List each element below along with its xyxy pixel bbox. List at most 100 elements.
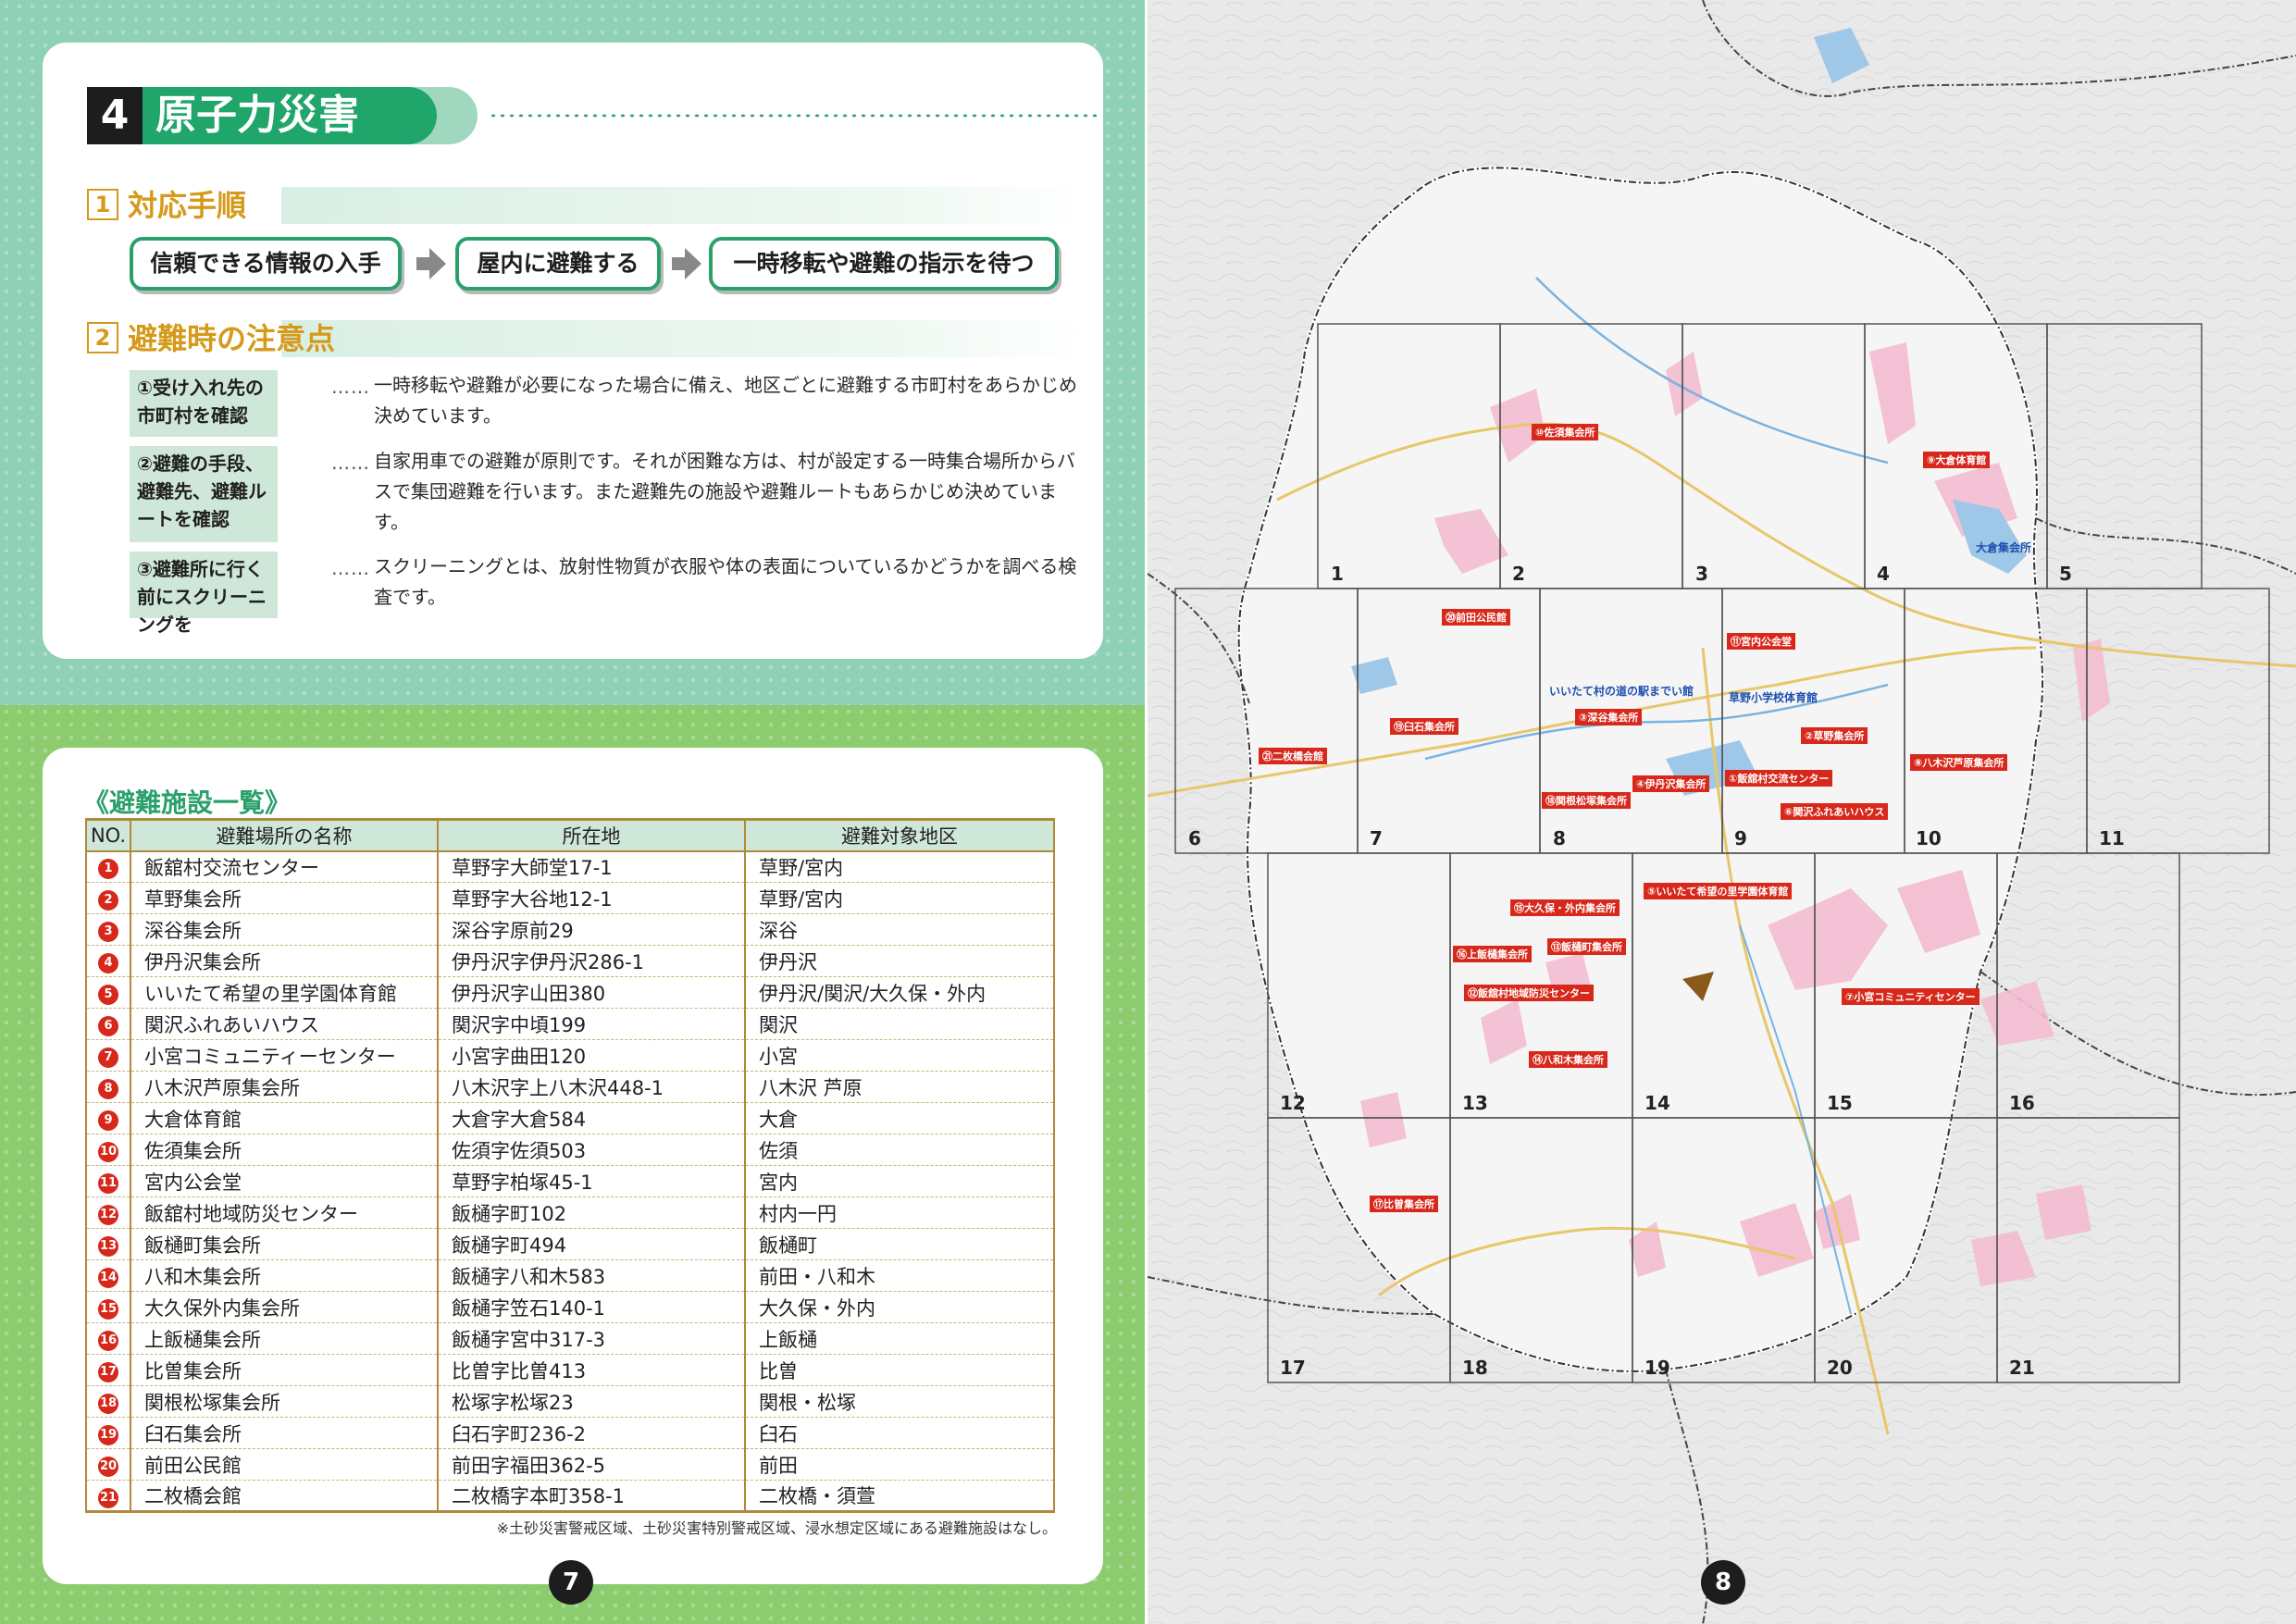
facility-number: 14 [85,1259,131,1292]
grid-label-16: 16 [2009,1092,2035,1114]
facility-address: 深谷字原前29 [437,913,746,946]
map-facility-label: ③深谷集会所 [1575,709,1643,725]
map-facility-label: ②草野集会所 [1801,727,1868,744]
caution-label-1: ①受け入れ先の市町村を確認 [130,370,278,437]
caution-leader-1: …… [331,376,370,398]
number-marker-icon: 8 [98,1079,118,1099]
map-facility-label: ⑬飯樋町集会所 [1547,938,1626,955]
facility-footnote: ※土砂災害警戒区域、土砂災害特別警戒区域、浸水想定区域にある避難施設はなし。 [496,1519,1057,1537]
grid-label-7: 7 [1370,827,1383,849]
facility-name: 二枚橋会館 [130,1480,439,1513]
facility-number: 11 [85,1165,131,1197]
facility-name: 関沢ふれあいハウス [130,1008,439,1040]
facility-number: 19 [85,1417,131,1449]
facility-number: 6 [85,1008,131,1040]
left-page: 4 原子力災害 1 対応手順 信頼できる情報の入手 屋内に避難する 一時移転や避… [0,0,1145,1624]
grid-label-2: 2 [1512,563,1525,585]
table-row: 21 二枚橋会館 二枚橋字本町358-1 二枚橋・須萱 [85,1480,1055,1513]
facility-district: 関沢 [744,1008,1055,1040]
village-map [1148,0,2296,1624]
facility-district: 深谷 [744,913,1055,946]
facility-district: 草野/宮内 [744,882,1055,914]
facility-district: 八木沢 芦原 [744,1071,1055,1103]
page-number-left: 7 [549,1560,593,1605]
map-facility-label: ⑩佐須集会所 [1532,424,1599,440]
table-row: 5 いいたて希望の里学園体育館 伊丹沢字山田380 伊丹沢/関沢/大久保・外内 [85,976,1055,1009]
grid-label-4: 4 [1877,563,1890,585]
facility-district: 宮内 [744,1165,1055,1197]
facility-address: 比曽字比曽413 [437,1354,746,1386]
facility-name: 草野集会所 [130,882,439,914]
caution-text-2: 自家用車での避難が原則です。それが困難な方は、村が設定する一時集合場所からバスで… [374,450,1075,533]
map-place-label: 草野小学校体育館 [1729,691,1818,704]
grid-label-15: 15 [1827,1092,1853,1114]
map-facility-label: ⑨大倉体育館 [1923,452,1991,468]
grid-label-12: 12 [1280,1092,1306,1114]
table-row: 15 大久保外内集会所 飯樋字笠石140-1 大久保・外内 [85,1291,1055,1323]
grid-label-10: 10 [1916,827,1942,849]
header-name: 避難場所の名称 [130,818,439,852]
facility-district: 小宮 [744,1039,1055,1072]
facility-district: 伊丹沢 [744,945,1055,977]
map-facility-label: ⑮大久保・外内集会所 [1510,899,1620,916]
table-header-row: NO. 避難場所の名称 所在地 避難対象地区 [85,818,1055,852]
map-facility-label: ⑤いいたて希望の里学園体育館 [1644,883,1793,899]
facility-address: 草野字大師堂17-1 [437,850,746,883]
table-row: 13 飯樋町集会所 飯樋字町494 飯樋町 [85,1228,1055,1260]
facility-address: 大倉字大倉584 [437,1102,746,1134]
facility-address: 飯樋字宮中317-3 [437,1322,746,1355]
facility-district: 前田・八和木 [744,1259,1055,1292]
cautions-label: 避難時の注意点 [128,321,336,356]
procedure-card: 4 原子力災害 1 対応手順 信頼できる情報の入手 屋内に避難する 一時移転や避… [43,43,1103,659]
facility-number: 21 [85,1480,131,1513]
caution-leader-3: …… [331,557,370,579]
grid-label-9: 9 [1734,827,1747,849]
facility-name: 飯樋町集会所 [130,1228,439,1260]
facility-district: 佐須 [744,1134,1055,1166]
flow-step-2: 屋内に避難する [455,237,661,291]
facility-number: 9 [85,1102,131,1134]
grid-label-13: 13 [1462,1092,1488,1114]
facility-name: 宮内公会堂 [130,1165,439,1197]
map-place-label: いいたて村の道の駅までい館 [1549,685,1694,698]
facility-district: 草野/宮内 [744,850,1055,883]
facility-address: 八木沢字上八木沢448-1 [437,1071,746,1103]
facility-name: 八木沢芦原集会所 [130,1071,439,1103]
caution-label-2: ②避難の手段、避難先、避難ルートを確認 [130,446,278,542]
facility-name: 深谷集会所 [130,913,439,946]
number-marker-icon: 9 [98,1110,118,1131]
facility-number: 12 [85,1196,131,1229]
section-dotted-rule [489,113,1099,118]
map-facility-label: ⑰比曽集会所 [1370,1196,1438,1212]
facility-address: 二枚橋字本町358-1 [437,1480,746,1513]
table-row: 16 上飯樋集会所 飯樋字宮中317-3 上飯樋 [85,1322,1055,1355]
cautions-number: 2 [87,322,118,353]
procedure-number: 1 [87,189,118,220]
caution-text-1: 一時移転や避難が必要になった場合に備え、地区ごとに避難する市町村をあらかじめ決め… [374,374,1077,427]
table-row: 1 飯舘村交流センター 草野字大師堂17-1 草野/宮内 [85,850,1055,883]
grid-label-6: 6 [1188,827,1201,849]
map-place-label: 大倉集会所 [1976,541,2032,554]
facility-name: 大倉体育館 [130,1102,439,1134]
number-marker-icon: 16 [98,1331,118,1351]
facility-address: 関沢字中頃199 [437,1008,746,1040]
facility-address: 草野字柏塚45-1 [437,1165,746,1197]
facility-name: 小宮コミュニティーセンター [130,1039,439,1072]
number-marker-icon: 7 [98,1048,118,1068]
flow-step-3: 一時移転や避難の指示を待つ [709,237,1059,291]
facility-number: 16 [85,1322,131,1355]
table-row: 17 比曽集会所 比曽字比曽413 比曽 [85,1354,1055,1386]
caution-label-3: ③避難所に行く前にスクリーニングを [130,552,278,636]
map-facility-label: ⑫飯舘村地域防災センター [1464,985,1594,1001]
facility-district: 二枚橋・須萱 [744,1480,1055,1513]
table-row: 2 草野集会所 草野字大谷地12-1 草野/宮内 [85,882,1055,914]
section-number: 4 [87,87,143,144]
facility-name: 飯舘村交流センター [130,850,439,883]
map-facility-label: ⑱関根松塚集会所 [1542,792,1631,809]
facility-address: 小宮字曲田120 [437,1039,746,1072]
map-facility-label: ④伊丹沢集会所 [1632,775,1710,792]
number-marker-icon: 4 [98,953,118,973]
facility-address: 飯樋字町102 [437,1196,746,1229]
facility-district: 臼石 [744,1417,1055,1449]
number-marker-icon: 20 [98,1457,118,1477]
